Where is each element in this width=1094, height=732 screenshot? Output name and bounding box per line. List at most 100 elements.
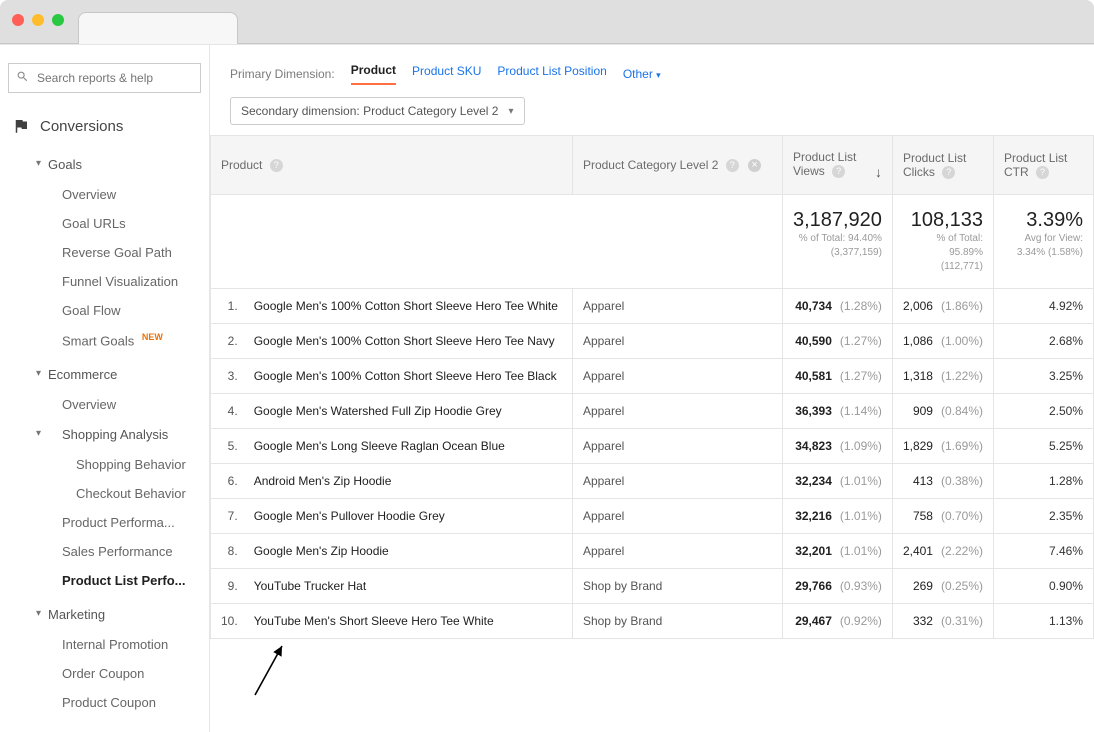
nav-subgroup-shopping-analysis[interactable]: Shopping Analysis [0,419,209,450]
sidebar-item-product-coupon[interactable]: Product Coupon [0,688,209,717]
help-icon[interactable]: ? [942,166,955,179]
row-product[interactable]: YouTube Trucker Hat [244,569,573,604]
sidebar-item-funnel-visualization[interactable]: Funnel Visualization [0,267,209,296]
dimension-tab-other[interactable]: Other ▾ [623,67,661,81]
row-index: 4. [211,394,244,429]
summary-value: 108,133 [903,209,983,232]
row-category: Apparel [572,429,782,464]
row-views: 32,216(1.01%) [782,499,892,534]
minimize-window-button[interactable] [32,14,44,26]
dimension-other-label: Other [623,67,653,81]
column-header-ctr[interactable]: Product List CTR ? [994,136,1094,195]
row-views: 32,201(1.01%) [782,534,892,569]
row-index: 3. [211,359,244,394]
row-index: 10. [211,604,244,639]
sidebar-item-sales-performance[interactable]: Sales Performance [0,537,209,566]
row-clicks: 2,006(1.86%) [892,289,993,324]
summary-sub1: Avg for View: [1004,232,1083,246]
browser-chrome [0,0,1094,44]
secondary-dimension-dropdown[interactable]: Secondary dimension: Product Category Le… [230,97,525,125]
table-row[interactable]: 7.Google Men's Pullover Hoodie GreyAppar… [211,499,1094,534]
table-row[interactable]: 5.Google Men's Long Sleeve Raglan Ocean … [211,429,1094,464]
sidebar-item-overview-ecom[interactable]: Overview [0,390,209,419]
row-category: Apparel [572,534,782,569]
dimension-tab-product-sku[interactable]: Product SKU [412,64,481,84]
column-header-category[interactable]: Product Category Level 2 ? × [572,136,782,195]
row-views: 40,590(1.27%) [782,324,892,359]
nav-section-label: Conversions [40,118,123,135]
dimension-tab-product[interactable]: Product [351,63,396,85]
close-window-button[interactable] [12,14,24,26]
help-icon[interactable]: ? [832,165,845,178]
row-index: 8. [211,534,244,569]
sidebar-item-goal-flow[interactable]: Goal Flow [0,296,209,325]
help-icon[interactable]: ? [726,159,739,172]
sidebar-item-order-coupon[interactable]: Order Coupon [0,659,209,688]
row-views: 36,393(1.14%) [782,394,892,429]
nav-group-title-goals[interactable]: Goals [0,149,209,180]
chevron-down-icon: ▾ [656,70,661,80]
flag-icon [12,117,30,135]
dimension-tab-product-list-position[interactable]: Product List Position [497,64,606,84]
row-product[interactable]: Google Men's 100% Cotton Short Sleeve He… [244,359,573,394]
row-product[interactable]: Google Men's 100% Cotton Short Sleeve He… [244,289,573,324]
sidebar-item-product-list-performance[interactable]: Product List Perfo... [0,566,209,595]
row-product[interactable]: Android Men's Zip Hoodie [244,464,573,499]
summary-row: 3,187,920 % of Total: 94.40% (3,377,159)… [211,195,1094,289]
row-index: 6. [211,464,244,499]
summary-ctr: 3.39% Avg for View: 3.34% (1.58%) [994,195,1094,289]
nav-section-conversions[interactable]: Conversions [0,107,209,145]
row-ctr: 7.46% [994,534,1094,569]
sidebar-item-checkout-behavior[interactable]: Checkout Behavior [0,479,209,508]
table-row[interactable]: 1.Google Men's 100% Cotton Short Sleeve … [211,289,1094,324]
column-header-clicks[interactable]: Product List Clicks ? [892,136,993,195]
row-clicks: 758(0.70%) [892,499,993,534]
row-product[interactable]: Google Men's 100% Cotton Short Sleeve He… [244,324,573,359]
browser-tab[interactable] [78,12,238,44]
row-ctr: 1.13% [994,604,1094,639]
row-clicks: 2,401(2.22%) [892,534,993,569]
row-clicks: 332(0.31%) [892,604,993,639]
row-views: 29,766(0.93%) [782,569,892,604]
sidebar-item-shopping-behavior[interactable]: Shopping Behavior [0,450,209,479]
row-product[interactable]: YouTube Men's Short Sleeve Hero Tee Whit… [244,604,573,639]
maximize-window-button[interactable] [52,14,64,26]
help-icon[interactable]: ? [270,159,283,172]
sidebar-item-goal-urls[interactable]: Goal URLs [0,209,209,238]
row-category: Apparel [572,464,782,499]
table-row[interactable]: 10.YouTube Men's Short Sleeve Hero Tee W… [211,604,1094,639]
help-icon[interactable]: ? [1036,166,1049,179]
row-category: Apparel [572,324,782,359]
window-controls [12,14,64,26]
sidebar-item-reverse-goal-path[interactable]: Reverse Goal Path [0,238,209,267]
sidebar-item-smart-goals[interactable]: Smart Goals NEW [0,325,209,355]
row-product[interactable]: Google Men's Zip Hoodie [244,534,573,569]
table-row[interactable]: 6.Android Men's Zip HoodieApparel32,234(… [211,464,1094,499]
column-header-product[interactable]: Product ? [211,136,573,195]
table-row[interactable]: 8.Google Men's Zip HoodieApparel32,201(1… [211,534,1094,569]
sidebar-item-internal-promotion[interactable]: Internal Promotion [0,630,209,659]
nav-group-title-ecommerce[interactable]: Ecommerce [0,359,209,390]
row-product[interactable]: Google Men's Pullover Hoodie Grey [244,499,573,534]
table-row[interactable]: 3.Google Men's 100% Cotton Short Sleeve … [211,359,1094,394]
table-row[interactable]: 2.Google Men's 100% Cotton Short Sleeve … [211,324,1094,359]
sidebar-item-overview-goals[interactable]: Overview [0,180,209,209]
row-category: Apparel [572,359,782,394]
row-ctr: 0.90% [994,569,1094,604]
remove-dimension-icon[interactable]: × [748,159,761,172]
row-product[interactable]: Google Men's Long Sleeve Raglan Ocean Bl… [244,429,573,464]
row-views: 29,467(0.92%) [782,604,892,639]
row-index: 1. [211,289,244,324]
sidebar-item-product-performance[interactable]: Product Performa... [0,508,209,537]
primary-dimension-label: Primary Dimension: [230,67,335,81]
row-category: Shop by Brand [572,604,782,639]
table-row[interactable]: 4.Google Men's Watershed Full Zip Hoodie… [211,394,1094,429]
row-clicks: 1,086(1.00%) [892,324,993,359]
row-product[interactable]: Google Men's Watershed Full Zip Hoodie G… [244,394,573,429]
app-container: Conversions Goals Overview Goal URLs Rev… [0,44,1094,732]
search-input[interactable] [8,63,201,93]
column-header-views[interactable]: Product List Views ? ↓ [782,136,892,195]
table-row[interactable]: 9.YouTube Trucker HatShop by Brand29,766… [211,569,1094,604]
column-header-label: Product Category Level 2 [583,158,718,172]
nav-group-title-marketing[interactable]: Marketing [0,599,209,630]
